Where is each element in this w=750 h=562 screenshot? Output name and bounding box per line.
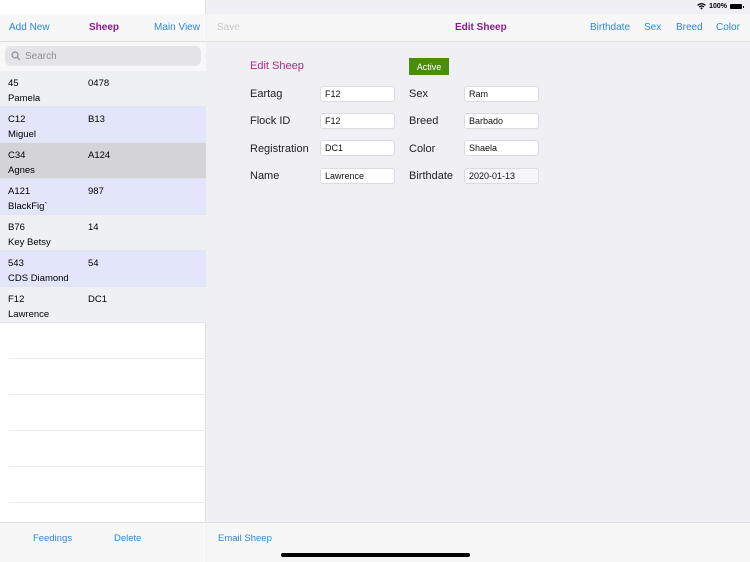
sheep-flock-id: A124 bbox=[88, 150, 111, 161]
sheep-flock-id: 14 bbox=[88, 222, 99, 233]
color-input[interactable] bbox=[464, 140, 539, 156]
flock-id-label: Flock ID bbox=[250, 115, 291, 127]
sheep-flock-id: B13 bbox=[88, 114, 105, 125]
sheep-name: Miguel bbox=[8, 129, 36, 140]
search-field[interactable] bbox=[5, 46, 201, 66]
sheep-eartag: B76 bbox=[8, 222, 25, 233]
empty-list-row bbox=[9, 359, 206, 395]
color-button[interactable]: Color bbox=[716, 22, 740, 33]
birthdate-button[interactable]: Birthdate bbox=[590, 22, 630, 33]
home-indicator[interactable] bbox=[281, 553, 470, 557]
email-sheep-button[interactable]: Email Sheep bbox=[218, 533, 272, 544]
main-view-button[interactable]: Main View bbox=[154, 22, 200, 33]
breed-input[interactable] bbox=[464, 113, 539, 129]
sheep-eartag: A121 bbox=[8, 186, 31, 197]
edit-sheep-form: Edit Sheep Active Eartag Flock ID Regist… bbox=[207, 42, 750, 522]
sheep-flock-id: 987 bbox=[88, 186, 104, 197]
sheep-list-item[interactable]: 45 0478 Pamela bbox=[0, 71, 206, 107]
sheep-list-item[interactable]: A121 987 BlackFig` bbox=[0, 179, 206, 215]
save-button[interactable]: Save bbox=[217, 22, 240, 33]
sheep-eartag: C12 bbox=[8, 114, 26, 125]
breed-button[interactable]: Breed bbox=[676, 22, 703, 33]
registration-input[interactable] bbox=[320, 140, 395, 156]
search-input[interactable] bbox=[25, 50, 185, 62]
color-label: Color bbox=[409, 143, 436, 155]
sheep-eartag: 45 bbox=[8, 78, 19, 89]
wifi-icon bbox=[697, 3, 706, 10]
delete-button[interactable]: Delete bbox=[114, 533, 141, 544]
sex-input[interactable] bbox=[464, 86, 539, 102]
add-new-button[interactable]: Add New bbox=[9, 22, 50, 33]
form-title: Edit Sheep bbox=[250, 60, 304, 72]
empty-list-row bbox=[9, 323, 206, 359]
birthdate-label: Birthdate bbox=[409, 170, 454, 182]
sheep-flock-id: DC1 bbox=[88, 294, 108, 305]
birthdate-input[interactable] bbox=[464, 168, 539, 184]
search-bar bbox=[0, 42, 206, 71]
name-input[interactable] bbox=[320, 168, 395, 184]
empty-list-row bbox=[9, 467, 206, 503]
registration-label: Registration bbox=[250, 143, 309, 155]
search-icon bbox=[11, 51, 21, 61]
sheep-eartag: 543 bbox=[8, 258, 24, 269]
sheep-name: CDS Diamond bbox=[8, 273, 69, 284]
list-title: Sheep bbox=[89, 22, 120, 33]
sex-label: Sex bbox=[409, 88, 428, 100]
sheep-list-item[interactable]: C34 A124 Agnes bbox=[0, 143, 206, 179]
sheep-name: BlackFig` bbox=[8, 201, 48, 212]
eartag-label: Eartag bbox=[250, 88, 283, 100]
sheep-flock-id: 54 bbox=[88, 258, 99, 269]
sheep-eartag: F12 bbox=[8, 294, 25, 305]
detail-title: Edit Sheep bbox=[455, 22, 507, 33]
sheep-list-item[interactable]: B76 14 Key Betsy bbox=[0, 215, 206, 251]
sheep-list: 45 0478 Pamela C12 B13 Miguel C34 A124 Agnes A121… bbox=[0, 71, 206, 539]
left-navigation-bar: Add New Sheep Main View bbox=[0, 14, 206, 42]
active-status-button[interactable]: Active bbox=[409, 58, 449, 75]
sheep-flock-id: 0478 bbox=[88, 78, 110, 89]
sheep-name: Key Betsy bbox=[8, 237, 51, 248]
empty-list-row bbox=[9, 395, 206, 431]
right-navigation-bar: Save Edit Sheep Birthdate Sex Breed Colo… bbox=[207, 14, 750, 42]
feedings-button[interactable]: Feedings bbox=[33, 533, 72, 544]
sheep-eartag: C34 bbox=[8, 150, 26, 161]
empty-list-row bbox=[9, 431, 206, 467]
sheep-name: Lawrence bbox=[8, 309, 50, 320]
sheep-name: Pamela bbox=[8, 93, 41, 104]
sheep-list-item[interactable]: F12 DC1 Lawrence bbox=[0, 287, 206, 323]
sheep-name: Agnes bbox=[8, 165, 35, 176]
status-right: 100% bbox=[697, 3, 744, 10]
sheep-list-item[interactable]: 543 54 CDS Diamond bbox=[0, 251, 206, 287]
sheep-list-item[interactable]: C12 B13 Miguel bbox=[0, 107, 206, 143]
breed-label: Breed bbox=[409, 115, 439, 127]
eartag-input[interactable] bbox=[320, 86, 395, 102]
sheep-list-pane: Add New Sheep Main View 45 0478 Pamela C12 B… bbox=[0, 0, 206, 562]
flock-id-input[interactable] bbox=[320, 113, 395, 129]
battery-percent: 100% bbox=[709, 3, 727, 10]
name-label: Name bbox=[250, 170, 280, 182]
battery-icon bbox=[730, 4, 744, 9]
sex-button[interactable]: Sex bbox=[644, 22, 661, 33]
left-toolbar: Feedings Delete bbox=[0, 522, 206, 562]
